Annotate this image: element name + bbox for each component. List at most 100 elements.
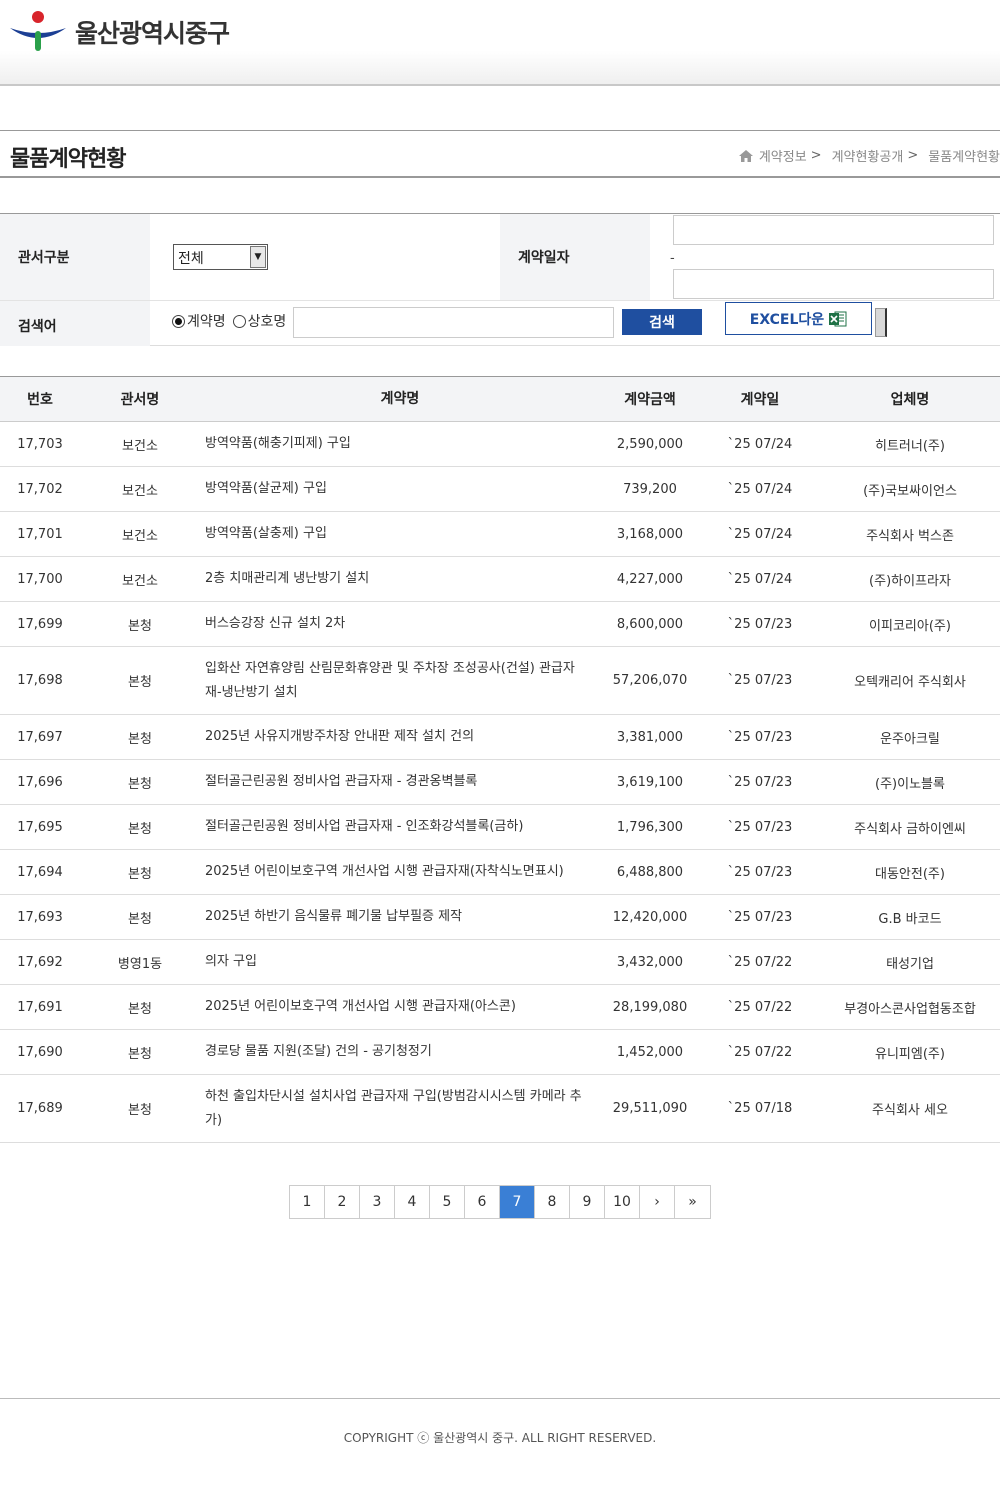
- table-row[interactable]: 17,695 본청 절터골근린공원 정비사업 관급자재 - 인조화강석블록(금하) 1…: [0, 805, 1000, 850]
- table-row[interactable]: 17,692 병영1동 의자 구입 3,432,000 `25 07/22 태성기업: [0, 940, 1000, 985]
- cell-contract-name[interactable]: 버스승강장 신규 설치 2차: [205, 602, 590, 646]
- page-button-5[interactable]: 5: [430, 1186, 465, 1218]
- dept-select[interactable]: 전체 ▼: [173, 244, 268, 270]
- cell-contract-name[interactable]: 방역약품(살충제) 구입: [205, 512, 590, 556]
- cell-amount: 3,432,000: [616, 954, 684, 970]
- cell-contract-name[interactable]: 2025년 하반기 음식물류 폐기물 납부필증 제작: [205, 895, 590, 939]
- cell-contract-name[interactable]: 방역약품(살균제) 구입: [205, 467, 590, 511]
- cell-contract-name[interactable]: 2층 치매관리계 냉난방기 설치: [205, 557, 590, 601]
- home-icon[interactable]: [738, 149, 753, 162]
- cell-amount: 3,381,000: [616, 729, 684, 745]
- cell-dept: 본청: [128, 866, 152, 882]
- page-button-9[interactable]: 9: [570, 1186, 605, 1218]
- breadcrumb-separator: >: [810, 148, 822, 163]
- cell-amount: 57,206,070: [612, 673, 688, 688]
- cell-contract-name[interactable]: 2025년 어린이보호구역 개선사업 시행 관급자재(자착식노면표시): [205, 850, 590, 894]
- breadcrumb-item-1[interactable]: 계약정보: [759, 146, 807, 165]
- cell-vendor: (주)국보싸이언스: [863, 483, 957, 499]
- cell-dept: 본청: [128, 731, 152, 747]
- table-row[interactable]: 17,698 본청 입화산 자연휴양림 산림문화휴양관 및 주차장 조성공사(건설)…: [0, 647, 1000, 715]
- cell-contract-name[interactable]: 2025년 사유지개방주차장 안내판 제작 설치 건의: [205, 715, 590, 759]
- cell-dept: 병영1동: [117, 956, 163, 972]
- cell-no: 17,703: [17, 436, 63, 452]
- table-row[interactable]: 17,696 본청 절터골근린공원 정비사업 관급자재 - 경관옹벽블록 3,619,…: [0, 760, 1000, 805]
- radio-company-label[interactable]: 상호명: [248, 311, 287, 331]
- cell-no: 17,696: [17, 774, 63, 790]
- cell-dept: 보건소: [122, 528, 158, 544]
- table-row[interactable]: 17,701 보건소 방역약품(살충제) 구입 3,168,000 `25 07/24 주…: [0, 512, 1000, 557]
- radio-company-name[interactable]: [232, 314, 246, 328]
- date-end-input[interactable]: [673, 269, 994, 299]
- cell-no: 17,692: [17, 954, 63, 970]
- district-logo-icon[interactable]: [8, 8, 68, 54]
- table-row[interactable]: 17,703 보건소 방역약품(해충기피제) 구입 2,590,000 `25 07/2…: [0, 422, 1000, 467]
- breadcrumb-item-3[interactable]: 물품계약현황: [928, 146, 1000, 165]
- cell-contract-name[interactable]: 방역약품(해충기피제) 구입: [205, 422, 590, 466]
- cell-contract-name[interactable]: 경로당 물품 지원(조달) 건의 - 공기청정기: [205, 1030, 590, 1074]
- cell-contract-name[interactable]: 하천 출입차단시설 설치사업 관급자재 구입(방범감시시스템 카메라 추가): [205, 1075, 590, 1142]
- excel-button-edge: [875, 308, 887, 337]
- cell-amount: 12,420,000: [612, 909, 688, 925]
- page-button-3[interactable]: 3: [360, 1186, 395, 1218]
- page-button-6[interactable]: 6: [465, 1186, 500, 1218]
- cell-dept: 보건소: [122, 438, 158, 454]
- excel-download-button[interactable]: EXCEL다운: [725, 302, 872, 335]
- cell-no: 17,700: [17, 571, 63, 587]
- radio-contract-name[interactable]: [172, 314, 185, 328]
- cell-amount: 4,227,000: [616, 571, 684, 587]
- table-row[interactable]: 17,697 본청 2025년 사유지개방주차장 안내판 제작 설치 건의 3,381…: [0, 715, 1000, 760]
- date-label: 계약일자: [500, 214, 650, 300]
- page-button-1[interactable]: 1: [290, 1186, 325, 1218]
- cell-vendor: 유니피엠(주): [875, 1046, 945, 1062]
- page-button-4[interactable]: 4: [395, 1186, 430, 1218]
- radio-contract-label[interactable]: 계약명: [187, 311, 226, 331]
- cell-amount: 28,199,080: [612, 999, 688, 1015]
- table-body: 17,703 보건소 방역약품(해충기피제) 구입 2,590,000 `25 07/2…: [0, 422, 1000, 1143]
- cell-date: `25 07/22: [727, 999, 793, 1015]
- date-start-input[interactable]: [673, 215, 994, 245]
- cell-no: 17,699: [17, 616, 63, 632]
- page-button-8[interactable]: 8: [535, 1186, 570, 1218]
- cell-no: 17,695: [17, 819, 63, 835]
- table-row[interactable]: 17,699 본청 버스승강장 신규 설치 2차 8,600,000 `25 07/23…: [0, 602, 1000, 647]
- page-button-7[interactable]: 7: [500, 1186, 535, 1218]
- table-row[interactable]: 17,700 보건소 2층 치매관리계 냉난방기 설치 4,227,000 `25 07…: [0, 557, 1000, 602]
- cell-contract-name[interactable]: 입화산 자연휴양림 산림문화휴양관 및 주차장 조성공사(건설) 관급자재-냉난…: [205, 647, 590, 714]
- page-button-10[interactable]: 10: [605, 1186, 640, 1218]
- search-type-radios: 계약명 상호명: [172, 311, 293, 331]
- cell-vendor: (주)이노블록: [875, 776, 945, 792]
- cell-amount: 3,168,000: [616, 526, 684, 542]
- chevron-down-icon[interactable]: ▼: [250, 246, 266, 268]
- cell-date: `25 07/23: [727, 909, 793, 925]
- cell-date: `25 07/23: [727, 673, 793, 688]
- search-row-2: 검색어 계약명 상호명 검색 EXCEL다운: [0, 301, 1000, 346]
- cell-vendor: G.B 바코드: [878, 911, 942, 927]
- cell-vendor: 주식회사 금하이엔씨: [854, 821, 966, 837]
- table-row[interactable]: 17,694 본청 2025년 어린이보호구역 개선사업 시행 관급자재(자착식노면…: [0, 850, 1000, 895]
- last-page-icon[interactable]: »: [675, 1186, 710, 1218]
- breadcrumb: 계약정보 > 계약현황공개 > 물품계약현황: [738, 146, 1000, 165]
- next-page-icon[interactable]: ›: [640, 1186, 675, 1218]
- cell-date: `25 07/23: [727, 616, 793, 632]
- brand-name[interactable]: 울산광역시중구: [75, 14, 230, 50]
- breadcrumb-item-2[interactable]: 계약현황공개: [832, 146, 904, 165]
- search-button[interactable]: 검색: [622, 309, 702, 335]
- table-row[interactable]: 17,690 본청 경로당 물품 지원(조달) 건의 - 공기청정기 1,452,00…: [0, 1030, 1000, 1075]
- cell-dept: 본청: [128, 776, 152, 792]
- page-button-2[interactable]: 2: [325, 1186, 360, 1218]
- table-row[interactable]: 17,702 보건소 방역약품(살균제) 구입 739,200 `25 07/24 (주)…: [0, 467, 1000, 512]
- table-row[interactable]: 17,693 본청 2025년 하반기 음식물류 폐기물 납부필증 제작 12,420…: [0, 895, 1000, 940]
- cell-amount: 29,511,090: [612, 1101, 688, 1116]
- excel-file-icon: [829, 311, 847, 326]
- cell-contract-name[interactable]: 의자 구입: [205, 940, 590, 984]
- table-row[interactable]: 17,691 본청 2025년 어린이보호구역 개선사업 시행 관급자재(아스콘) 2…: [0, 985, 1000, 1030]
- cell-dept: 본청: [128, 1001, 152, 1017]
- cell-contract-name[interactable]: 절터골근린공원 정비사업 관급자재 - 인조화강석블록(금하): [205, 805, 590, 849]
- cell-no: 17,694: [17, 864, 63, 880]
- cell-contract-name[interactable]: 2025년 어린이보호구역 개선사업 시행 관급자재(아스콘): [205, 985, 590, 1029]
- dept-label: 관서구분: [0, 214, 150, 300]
- search-form: 관서구분 전체 ▼ 계약일자 - 검색어 계약명 상호명 검색 EXCEL다운: [0, 213, 1000, 346]
- keyword-input[interactable]: [293, 307, 614, 338]
- cell-contract-name[interactable]: 절터골근린공원 정비사업 관급자재 - 경관옹벽블록: [205, 760, 590, 804]
- table-row[interactable]: 17,689 본청 하천 출입차단시설 설치사업 관급자재 구입(방범감시시스템 카…: [0, 1075, 1000, 1143]
